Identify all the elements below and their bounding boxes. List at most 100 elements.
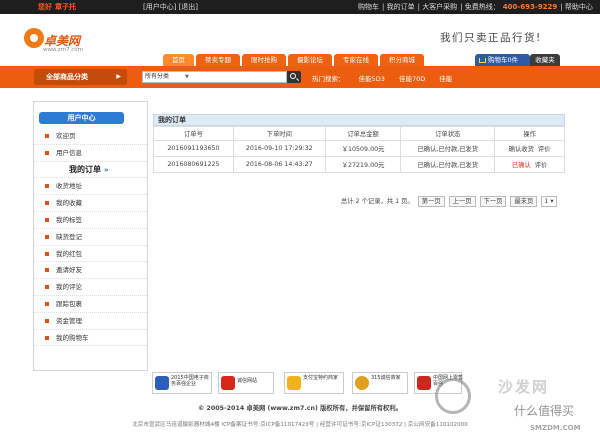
bullet-icon [45, 201, 49, 206]
account-links: [用户中心] [退出] [143, 2, 200, 12]
orders-title: 我的订单 [153, 114, 565, 126]
sidebar-item-label: 用户信息 [56, 148, 82, 157]
header-cart-button[interactable]: 购物车0件 [475, 54, 530, 66]
site-logo[interactable]: 卓美网 www.zm7.com [24, 22, 84, 58]
review-link[interactable]: 评价 [538, 146, 551, 153]
next-page-button[interactable]: 下一页 [479, 196, 507, 207]
order-id-link[interactable]: 2016091193650 [153, 140, 234, 157]
order-time: 2016-08-06 14:43:27 [232, 156, 326, 173]
sidebar-item-label: 邀请好友 [56, 266, 82, 275]
page-select[interactable]: 1 ▾ [541, 196, 557, 207]
hot-search-label: 热门搜索： [312, 75, 345, 83]
column-header: 下单时间 [232, 126, 326, 141]
confirm-receipt-link[interactable]: 确认收货 [509, 146, 534, 153]
help-center-link[interactable]: 帮助中心 [565, 3, 593, 11]
sidebar-item-red-packets[interactable]: 我的红包 [34, 246, 147, 263]
user-center-sidebar: 用户中心 欢迎页 用户信息 我的订单» 收货地址 我的收藏 我的标签 缺货登记 … [33, 101, 148, 371]
order-id-link[interactable]: 2016080691225 [153, 156, 234, 173]
logo-url: www.zm7.com [43, 47, 83, 53]
all-categories-button[interactable]: 全部商品分类 ▶ [34, 69, 127, 85]
sidebar-title: 用户中心 [39, 112, 124, 124]
badge-trusted-site[interactable]: 诚信网站 [218, 372, 274, 394]
pagination: 总计 2 个记录，共 1 页。 第一页 上一页 下一页 最末页 1 ▾ [341, 196, 557, 207]
nav-tab-topics[interactable]: 禁卖专题 [196, 54, 240, 66]
orders-table: 订单号 下单时间 订单总金额 订单状态 操作 2016091193650 201… [153, 126, 565, 173]
hot-term-link[interactable]: 佳能 [439, 75, 452, 83]
table-row: 2016080691225 2016-08-06 14:43:27 ￥27219… [153, 156, 565, 173]
order-status: 已确认,已付款,已发货 [400, 140, 496, 157]
category-select[interactable]: 所有分类 [145, 73, 169, 80]
sidebar-item-comments[interactable]: 我的评论 [34, 279, 147, 296]
sidebar-item-label: 我的评论 [56, 283, 82, 292]
badge-ecommerce-top100[interactable]: 2015中国电子商务百强企业 [152, 372, 212, 394]
sidebar-item-tags[interactable]: 我的标签 [34, 212, 147, 229]
watermark-url: SMZDM.COM [530, 424, 581, 432]
sidebar-item-welcome[interactable]: 欢迎页 [34, 128, 147, 145]
trust-badges: 2015中国电子商务百强企业 诚信网站 支付宝特约商家 315诚信商家 中国网上… [152, 372, 463, 396]
nav-tab-flash-sale[interactable]: 限时抢购 [242, 54, 286, 66]
sidebar-item-addresses[interactable]: 收货地址 [34, 178, 147, 196]
bullet-icon [45, 268, 49, 273]
review-link[interactable]: 评价 [535, 162, 548, 169]
retail-top100-icon [417, 376, 431, 390]
trusted-site-icon [221, 376, 235, 390]
sidebar-item-track-package[interactable]: 跟踪包裹 [34, 296, 147, 313]
bullet-icon [45, 184, 49, 189]
sidebar-item-my-orders[interactable]: 我的订单» [34, 162, 147, 179]
sidebar-item-invite[interactable]: 邀请好友 [34, 262, 147, 280]
badge-315[interactable]: 315诚信商家 [352, 372, 408, 394]
watermark: 沙发网 什么值得买 SMZDM.COM [430, 372, 600, 445]
last-page-button[interactable]: 最末页 [510, 196, 538, 207]
logout-link[interactable]: [退出] [178, 3, 197, 11]
badge-alipay[interactable]: 支付宝特约商家 [284, 372, 344, 394]
first-page-button[interactable]: 第一页 [417, 196, 445, 207]
badge-text: 支付宝特约商家 [303, 375, 339, 381]
username-link[interactable]: 章子托 [55, 3, 76, 11]
sidebar-item-favorites[interactable]: 我的收藏 [34, 195, 147, 212]
sidebar-item-out-of-stock[interactable]: 缺货登记 [34, 229, 147, 246]
watermark-brand: 沙发网 [498, 378, 550, 396]
top-cart-link[interactable]: 购物车 [358, 3, 379, 11]
search-bar: 全部商品分类 ▶ 所有分类 ▼ 热门搜索： 佳能5D3 佳能70D 佳能 [0, 66, 600, 88]
search-icon [290, 73, 296, 79]
member-center-link[interactable]: [用户中心] [143, 3, 176, 11]
sidebar-item-label: 跟踪包裹 [56, 299, 82, 308]
hot-search: 热门搜索： 佳能5D3 佳能70D 佳能 [312, 73, 464, 83]
site-header: 卓美网 www.zm7.com 我们只卖正品行货! 首页 禁卖专题 限时抢购 摄… [0, 14, 600, 66]
hot-term-link[interactable]: 佳能5D3 [359, 75, 385, 83]
logo-icon [24, 28, 44, 48]
order-amount: ￥27219.00元 [324, 156, 402, 173]
top-orders-link[interactable]: 我的订单 [387, 3, 415, 11]
sidebar-item-label: 欢迎页 [56, 132, 76, 140]
greeting-text: 您好 [38, 3, 52, 11]
top-right-links: 购物车 | 我的订单 | 大客户采购 | 免费热线： 400-693-9229 | 帮助中… [358, 3, 593, 11]
column-header: 订单号 [153, 126, 234, 141]
sidebar-item-cart[interactable]: 我的购物车 [34, 330, 147, 347]
search-button[interactable] [287, 71, 301, 83]
nav-tab-forum[interactable]: 摄影论坛 [288, 54, 332, 66]
top-bulk-purchase-link[interactable]: 大客户采购 [422, 3, 457, 11]
hotline-label: 免费热线： [464, 3, 500, 11]
sidebar-item-label: 缺货登记 [56, 232, 82, 241]
sidebar-item-funds[interactable]: 资金管理 [34, 313, 147, 330]
nav-tab-points-mall[interactable]: 积分商城 [380, 54, 424, 66]
bullet-icon [45, 134, 49, 138]
order-actions: 确认收货 评价 [494, 140, 565, 157]
nav-tab-experts[interactable]: 专家在线 [334, 54, 378, 66]
main-area: 用户中心 欢迎页 用户信息 我的订单» 收货地址 我的收藏 我的标签 缺货登记 … [33, 101, 565, 371]
cart-count-label: 购物车0件 [488, 56, 519, 64]
prev-page-button[interactable]: 上一页 [448, 196, 476, 207]
favorites-button[interactable]: 收藏夹 [530, 54, 560, 66]
hot-term-link[interactable]: 佳能70D [399, 75, 425, 83]
search-input[interactable]: 所有分类 ▼ [142, 71, 287, 83]
315-seal-icon [355, 376, 369, 390]
sidebar-item-user-info[interactable]: 用户信息 [34, 145, 147, 162]
nav-tab-home[interactable]: 首页 [163, 54, 194, 66]
order-actions: 已确认 评价 [494, 156, 565, 173]
bullet-icon [45, 234, 49, 239]
order-amount: ￥10509.00元 [324, 140, 402, 157]
ecommerce-badge-icon [155, 376, 169, 390]
page-select-value: 1 [544, 198, 549, 205]
sidebar-item-label: 我的订单 [69, 164, 101, 174]
table-row: 2016091193650 2016-09-10 17:29:32 ￥10509… [153, 140, 565, 157]
